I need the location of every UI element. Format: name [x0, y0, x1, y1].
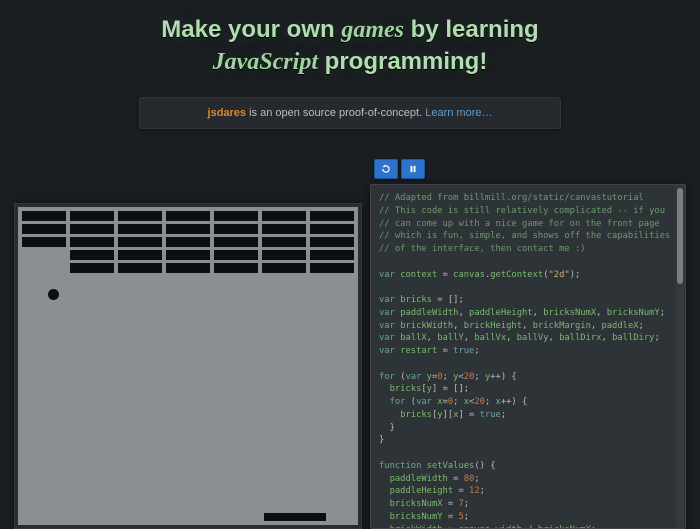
brick	[70, 224, 114, 234]
reload-icon	[381, 164, 391, 174]
info-bar: jsdares is an open source proof-of-conce…	[139, 97, 561, 129]
brick	[118, 263, 162, 273]
headline-em-games: games	[341, 17, 404, 43]
editor-scrollbar-thumb[interactable]	[677, 188, 683, 284]
brick	[262, 250, 306, 260]
pause-button[interactable]	[401, 159, 425, 179]
brick	[118, 237, 162, 247]
editor-scrollbar[interactable]	[676, 186, 684, 527]
game-canvas-panel	[14, 203, 362, 529]
editor-toolbar	[370, 158, 686, 180]
code-editor[interactable]: // Adapted from billmill.org/static/canv…	[370, 184, 686, 529]
headline-em-javascript: JavaScript	[213, 49, 318, 75]
brick	[70, 263, 114, 273]
brick	[118, 211, 162, 221]
brick	[262, 237, 306, 247]
brick	[166, 211, 210, 221]
brick	[262, 211, 306, 221]
brick	[310, 224, 354, 234]
ball	[48, 289, 59, 300]
brick	[310, 237, 354, 247]
paddle	[264, 513, 326, 521]
brick	[214, 224, 258, 234]
headline-text-1: Make your own	[161, 16, 341, 43]
brick	[214, 237, 258, 247]
brick	[262, 224, 306, 234]
brick	[214, 250, 258, 260]
brick	[118, 250, 162, 260]
info-text: is an open source proof-of-concept.	[246, 107, 425, 119]
brick	[70, 237, 114, 247]
pause-icon	[408, 164, 418, 174]
brick-grid	[22, 211, 354, 276]
brick	[214, 211, 258, 221]
headline-text-2: by learning	[404, 16, 539, 43]
brick	[214, 263, 258, 273]
reload-button[interactable]	[374, 159, 398, 179]
brick	[166, 263, 210, 273]
brick	[22, 211, 66, 221]
brick	[22, 224, 66, 234]
brick	[118, 224, 162, 234]
brick	[310, 211, 354, 221]
brick	[262, 263, 306, 273]
brick	[166, 224, 210, 234]
page-headline: Make your own games by learning JavaScri…	[0, 0, 700, 83]
game-canvas[interactable]	[18, 207, 358, 525]
brick	[166, 250, 210, 260]
brick	[70, 211, 114, 221]
brick	[166, 237, 210, 247]
headline-text-3: programming!	[318, 48, 487, 75]
learn-more-link[interactable]: Learn more…	[425, 107, 492, 119]
brick	[310, 263, 354, 273]
brick	[22, 237, 66, 247]
code-content: // Adapted from billmill.org/static/canv…	[371, 185, 685, 529]
brick	[70, 250, 114, 260]
brand-name: jsdares	[208, 107, 247, 119]
brick	[310, 250, 354, 260]
